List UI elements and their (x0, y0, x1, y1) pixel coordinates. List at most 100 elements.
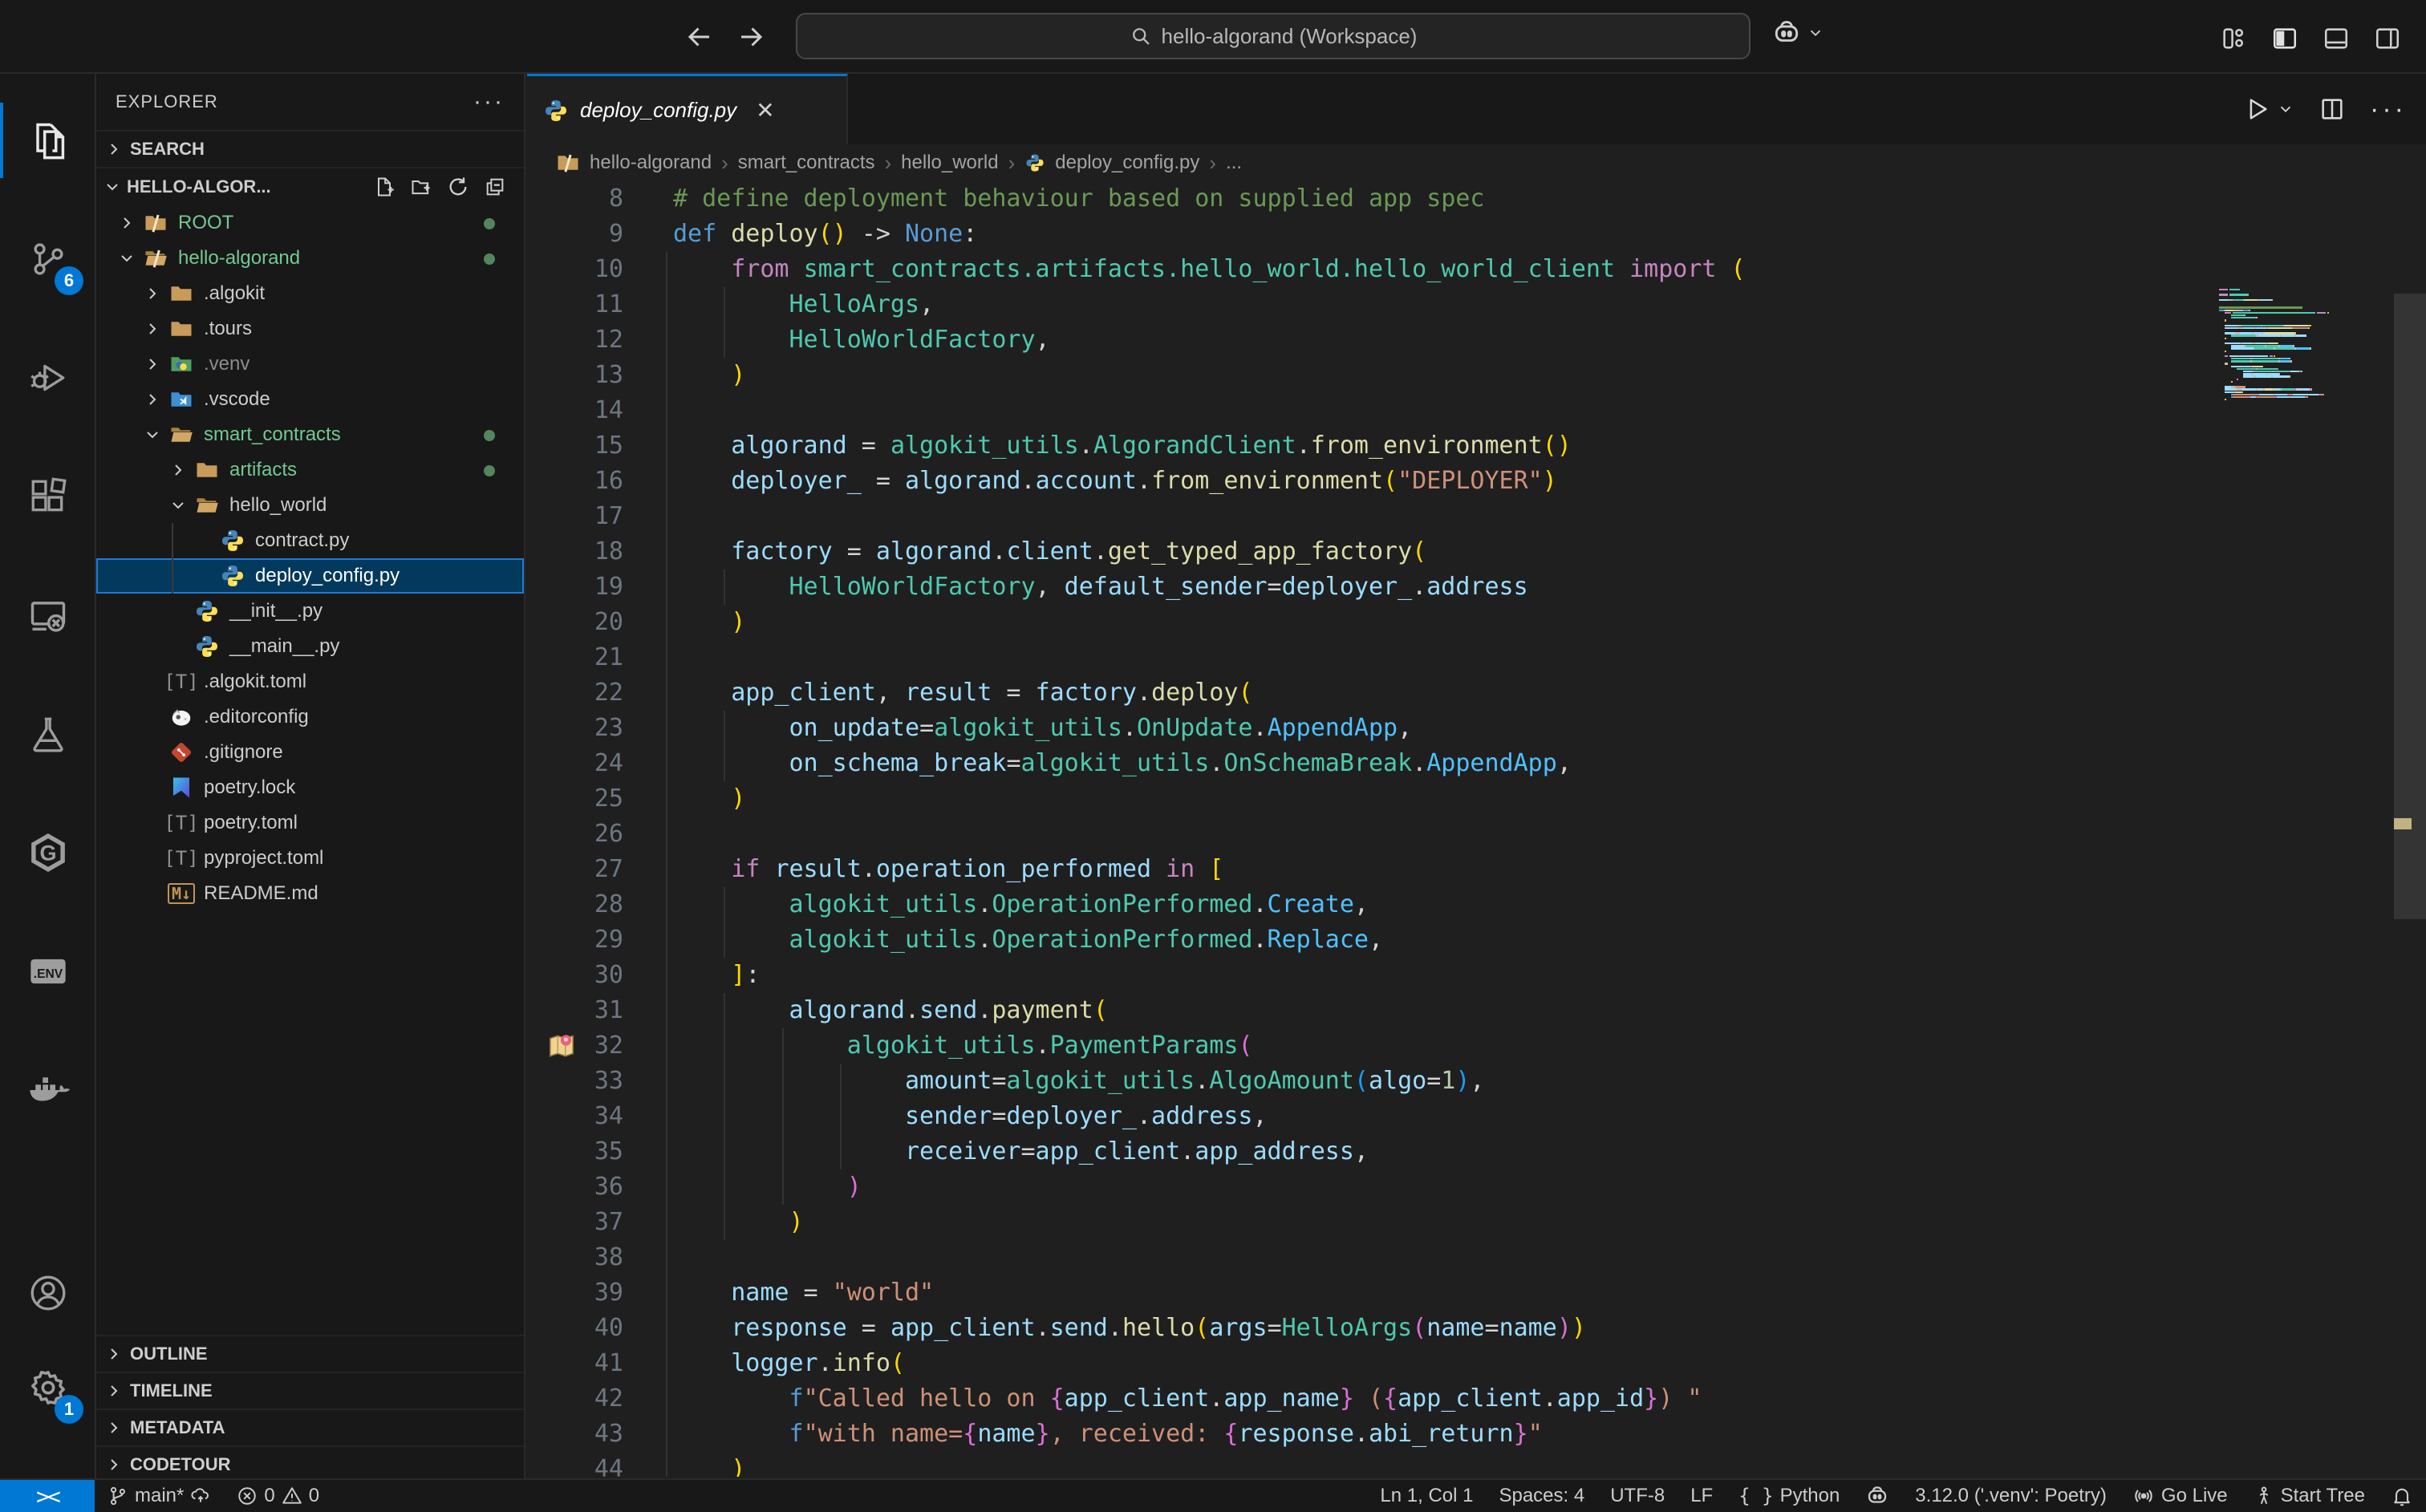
code-line-23[interactable]: on_update=algokit_utils.OnUpdate.AppendA… (673, 711, 1746, 746)
code-line-44[interactable]: ) (673, 1452, 1746, 1477)
tree-item--algokit-toml[interactable]: [T].algokit.toml (96, 664, 524, 699)
section-search[interactable]: SEARCH (96, 130, 524, 167)
code-line-25[interactable]: ) (673, 781, 1746, 817)
activity-testing-icon[interactable] (0, 690, 96, 778)
command-center-search[interactable]: hello-algorand (Workspace) (796, 13, 1751, 59)
activity-settings-icon[interactable]: 1 (0, 1344, 96, 1432)
activity-run-debug-icon[interactable] (0, 334, 96, 422)
tree-item--init-py[interactable]: __init__.py (96, 594, 524, 629)
tree-item-hello-world[interactable]: hello_world (96, 488, 524, 523)
activity-docker-icon[interactable] (0, 1046, 96, 1134)
code-line-31[interactable]: algorand.send.payment( (673, 993, 1746, 1028)
remote-indicator[interactable]: >< (0, 1480, 95, 1512)
code-line-17[interactable] (673, 499, 1746, 534)
tree-item--tours[interactable]: .tours (96, 311, 524, 347)
code-line-38[interactable] (673, 1240, 1746, 1275)
status-start-tree[interactable]: Start Tree (2241, 1485, 2378, 1507)
back-icon[interactable] (680, 18, 719, 56)
status-copilot[interactable] (1852, 1484, 1902, 1508)
code-line-39[interactable]: name = "world" (673, 1275, 1746, 1311)
tree-item-pyproject-toml[interactable]: [T]pyproject.toml (96, 841, 524, 876)
code-line-42[interactable]: f"Called hello on {app_client.app_name} … (673, 1381, 1746, 1417)
code-line-34[interactable]: sender=deployer_.address, (673, 1099, 1746, 1134)
toggle-panel-button[interactable] (2318, 21, 2354, 56)
breadcrumb-item[interactable]: hello_world (901, 152, 998, 174)
code-line-9[interactable]: def deploy() -> None: (673, 217, 1746, 252)
status-encoding[interactable]: UTF-8 (1597, 1485, 1678, 1507)
code-line-14[interactable] (673, 393, 1746, 428)
code-line-24[interactable]: on_schema_break=algokit_utils.OnSchemaBr… (673, 746, 1746, 781)
code-editor[interactable]: 8910111213141516171819202122232425262728… (527, 181, 2426, 1477)
tree-item--editorconfig[interactable]: .editorconfig (96, 699, 524, 735)
code-line-33[interactable]: amount=algokit_utils.AlgoAmount(algo=1), (673, 1064, 1746, 1099)
code-line-21[interactable] (673, 640, 1746, 675)
code-line-15[interactable]: algorand = algokit_utils.AlgorandClient.… (673, 428, 1746, 464)
tree-item-poetry-lock[interactable]: poetry.lock (96, 770, 524, 805)
tree-item-deploy-config-py[interactable]: deploy_config.py (96, 558, 524, 594)
code-line-10[interactable]: from smart_contracts.artifacts.hello_wor… (673, 252, 1746, 287)
breadcrumb-item[interactable]: smart_contracts (738, 152, 875, 174)
new-file-icon[interactable] (373, 176, 396, 198)
code-line-37[interactable]: ) (673, 1205, 1746, 1240)
activity-algokit-icon[interactable]: G (0, 809, 96, 897)
status-go-live[interactable]: Go Live (2120, 1485, 2241, 1507)
tree-item--main-py[interactable]: __main__.py (96, 629, 524, 664)
activity-source-control-icon[interactable]: 6 (0, 215, 96, 303)
code-line-13[interactable]: ) (673, 358, 1746, 393)
refresh-icon[interactable] (447, 176, 469, 198)
code-line-43[interactable]: f"with name={name}, received: {response.… (673, 1417, 1746, 1452)
section-timeline[interactable]: TIMELINE (96, 1372, 524, 1409)
code-line-30[interactable]: ]: (673, 958, 1746, 993)
code-line-26[interactable] (673, 817, 1746, 852)
problems-item[interactable]: 0 0 (224, 1480, 332, 1512)
code-line-12[interactable]: HelloWorldFactory, (673, 322, 1746, 358)
tab-deploy-config[interactable]: deploy_config.py ✕ (527, 74, 848, 144)
explorer-more-actions-icon[interactable]: ··· (473, 88, 505, 116)
activity-extensions-icon[interactable] (0, 452, 96, 541)
new-folder-icon[interactable] (410, 176, 432, 198)
section-codetour[interactable]: CODETOUR (96, 1445, 524, 1482)
breadcrumb-item[interactable]: ... (1226, 152, 1242, 174)
activity-explorer-icon[interactable] (0, 96, 96, 184)
close-icon[interactable]: ✕ (756, 97, 774, 124)
tree-item-contract-py[interactable]: contract.py (96, 523, 524, 558)
status-indentation[interactable]: Spaces: 4 (1486, 1485, 1597, 1507)
code-line-22[interactable]: app_client, result = factory.deploy( (673, 675, 1746, 711)
tree-item-poetry-toml[interactable]: [T]poetry.toml (96, 805, 524, 841)
tree-item--gitignore[interactable]: .gitignore (96, 735, 524, 770)
code-line-28[interactable]: algokit_utils.OperationPerformed.Create, (673, 887, 1746, 922)
code-line-8[interactable]: # define deployment behaviour based on s… (673, 181, 1746, 217)
tree-item-readme-md[interactable]: M↓README.md (96, 876, 524, 911)
code-line-11[interactable]: HelloArgs, (673, 287, 1746, 322)
section-project[interactable]: HELLO-ALGOR... (96, 167, 524, 205)
activity-account-icon[interactable] (0, 1249, 96, 1337)
split-editor-button[interactable] (2318, 95, 2346, 123)
tree-item-hello-algorand[interactable]: hello-algorand (96, 241, 524, 276)
code-line-40[interactable]: response = app_client.send.hello(args=He… (673, 1311, 1746, 1346)
status-eol[interactable]: LF (1678, 1485, 1726, 1507)
codetour-map-marker-icon[interactable] (546, 1031, 577, 1061)
tree-item-artifacts[interactable]: artifacts (96, 452, 524, 488)
section-outline[interactable]: OUTLINE (96, 1335, 524, 1372)
code-line-36[interactable]: ) (673, 1169, 1746, 1205)
code-line-16[interactable]: deployer_ = algorand.account.from_enviro… (673, 464, 1746, 499)
code-line-18[interactable]: factory = algorand.client.get_typed_app_… (673, 534, 1746, 570)
git-branch-item[interactable]: main* (95, 1480, 224, 1512)
copilot-menu[interactable] (1771, 18, 1824, 48)
breadcrumb-item[interactable]: deploy_config.py (1055, 152, 1199, 174)
forward-icon[interactable] (732, 18, 770, 56)
more-actions-icon[interactable]: ··· (2370, 94, 2407, 125)
status-language-mode[interactable]: { }Python (1726, 1485, 1852, 1507)
customize-layout-button[interactable] (2216, 21, 2251, 56)
tree-item--algokit[interactable]: .algokit (96, 276, 524, 311)
code-line-20[interactable]: ) (673, 605, 1746, 640)
tree-item-root[interactable]: ROOT (96, 205, 524, 241)
code-line-19[interactable]: HelloWorldFactory, default_sender=deploy… (673, 570, 1746, 605)
tree-item-smart-contracts[interactable]: smart_contracts (96, 417, 524, 452)
code-line-35[interactable]: receiver=app_client.app_address, (673, 1134, 1746, 1169)
code-line-41[interactable]: logger.info( (673, 1346, 1746, 1381)
status-cursor-position[interactable]: Ln 1, Col 1 (1367, 1485, 1486, 1507)
code-line-32[interactable]: algokit_utils.PaymentParams( (673, 1028, 1746, 1064)
code-line-29[interactable]: algokit_utils.OperationPerformed.Replace… (673, 922, 1746, 958)
section-metadata[interactable]: METADATA (96, 1409, 524, 1445)
